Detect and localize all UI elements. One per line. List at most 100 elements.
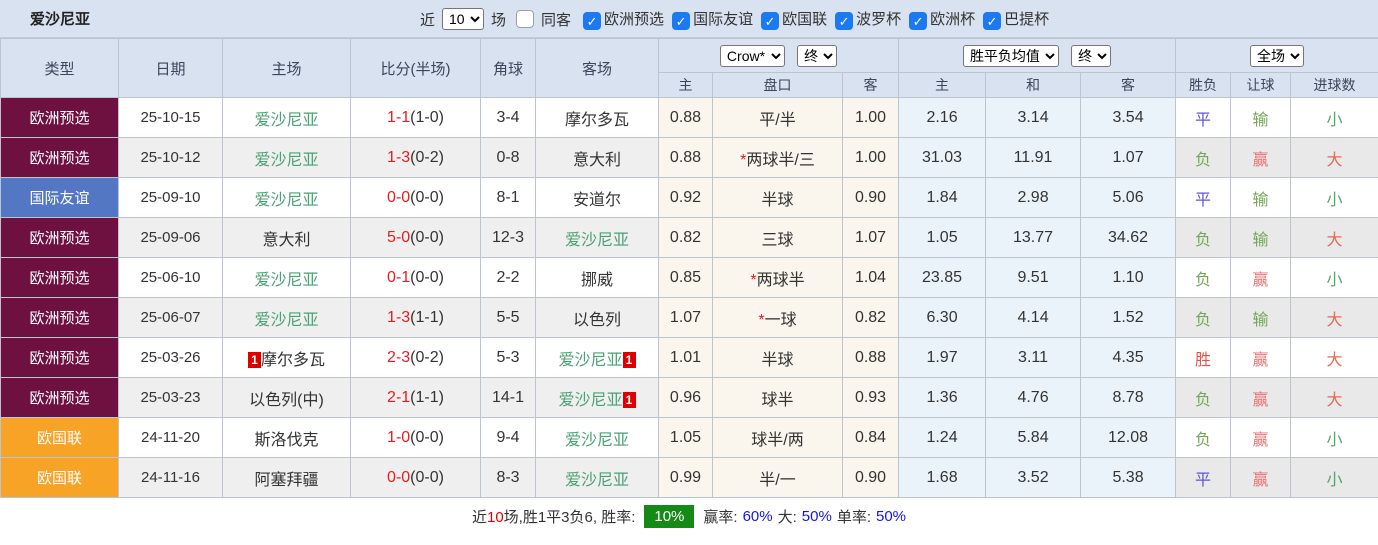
cell-result-handicap: 赢 xyxy=(1230,417,1292,458)
cell-avg-away: 8.78 xyxy=(1080,377,1177,418)
score-fulltime: 1-1 xyxy=(387,108,411,126)
cell-avg-away: 3.54 xyxy=(1080,97,1177,138)
cell-date: 25-03-26 xyxy=(118,337,223,378)
cell-corners: 0-8 xyxy=(480,137,536,178)
team-name: 以色列 xyxy=(572,311,621,329)
league-checkbox-3[interactable]: ✓ xyxy=(761,11,780,30)
col-header-corners: 角球 xyxy=(480,38,536,98)
team-name: 爱沙尼亚 xyxy=(254,191,319,209)
cell-avg-away: 1.07 xyxy=(1080,137,1177,178)
bookmaker-select[interactable]: Crow* xyxy=(719,44,785,67)
cell-match-type: 欧国联 xyxy=(0,417,119,458)
cell-result-goals: 大 xyxy=(1290,217,1378,258)
subcol-avg-draw: 和 xyxy=(985,72,1082,98)
team-name: 以色列(中) xyxy=(249,391,324,409)
col-header-date: 日期 xyxy=(118,38,223,98)
cell-handicap-home-odds: 0.88 xyxy=(658,137,713,178)
live-asterisk: * xyxy=(740,151,747,169)
team-name: 斯洛伐克 xyxy=(254,431,319,449)
cell-result-goals: 小 xyxy=(1290,97,1378,138)
cell-score: 1-3(0-2) xyxy=(350,137,481,178)
cell-result-handicap: 赢 xyxy=(1230,457,1292,498)
league-checkbox-5[interactable]: ✓ xyxy=(909,11,928,30)
cell-avg-draw: 4.76 xyxy=(985,377,1082,418)
cell-result-goals: 大 xyxy=(1290,297,1378,338)
cell-corners: 5-3 xyxy=(480,337,536,378)
score-halftime: (1-1) xyxy=(410,308,444,326)
cell-handicap-line: *一球 xyxy=(712,297,843,338)
avg-odds-select[interactable]: 胜平负均值 xyxy=(962,44,1059,67)
cell-result-outcome: 负 xyxy=(1175,377,1232,418)
cell-result-outcome: 负 xyxy=(1175,257,1232,298)
cell-corners: 14-1 xyxy=(480,377,536,418)
cell-result-goals: 大 xyxy=(1290,337,1378,378)
cell-score: 0-0(0-0) xyxy=(350,457,481,498)
score-fulltime: 5-0 xyxy=(387,228,411,246)
score-halftime: (1-1) xyxy=(410,388,444,406)
cell-handicap-away-odds: 1.07 xyxy=(841,217,900,258)
period-select[interactable]: 全场 xyxy=(1250,44,1305,67)
cell-date: 25-06-10 xyxy=(118,257,223,298)
avg-state-select[interactable]: 终 xyxy=(1071,44,1112,67)
league-checkbox-4[interactable]: ✓ xyxy=(835,11,854,30)
bookmaker-state-select[interactable]: 终 xyxy=(797,44,838,67)
page-title: 爱沙尼亚 xyxy=(30,11,91,28)
cell-result-goals: 小 xyxy=(1290,417,1378,458)
cell-avg-away: 4.35 xyxy=(1080,337,1177,378)
table-row: 欧国联 24-11-16 阿塞拜疆 0-0(0-0) 8-3 爱沙尼亚 0.99 半/一 0.9… xyxy=(0,457,1378,498)
col-header-type: 类型 xyxy=(0,38,119,98)
cell-handicap-home-odds: 0.82 xyxy=(658,217,713,258)
cell-result-outcome: 负 xyxy=(1175,137,1232,178)
cell-match-type: 欧洲预选 xyxy=(0,97,119,138)
score-fulltime: 1-3 xyxy=(387,308,411,326)
team-name: 安道尔 xyxy=(572,191,621,209)
cell-score: 1-0(0-0) xyxy=(350,417,481,458)
cell-corners: 5-5 xyxy=(480,297,536,338)
cell-home-team: 爱沙尼亚 xyxy=(222,297,351,338)
team-name: 爱沙尼亚 xyxy=(254,111,319,129)
stat-single-label: 单率: xyxy=(836,509,871,526)
stat-win-label: 赢率: xyxy=(703,509,738,526)
cell-result-outcome: 负 xyxy=(1175,417,1232,458)
cell-avg-draw: 3.14 xyxy=(985,97,1082,138)
same-away-label: 同客 xyxy=(541,11,572,29)
score-halftime: (0-2) xyxy=(410,348,444,366)
cell-home-team: 1 摩尔多瓦 xyxy=(222,337,351,378)
cell-away-team: 意大利 xyxy=(535,137,659,178)
team-name: 爱沙尼亚 xyxy=(564,471,629,489)
team-name: 爱沙尼亚 xyxy=(558,391,623,409)
score-fulltime: 2-1 xyxy=(387,388,411,406)
score-fulltime: 1-3 xyxy=(387,148,411,166)
cell-away-team: 爱沙尼亚 xyxy=(535,457,659,498)
league-checkbox-label: 欧国联 xyxy=(782,11,828,29)
score-fulltime: 0-0 xyxy=(387,188,411,206)
league-checkbox-6[interactable]: ✓ xyxy=(983,11,1002,30)
summary-footer: 近10场,胜1平3负6, 胜率: 10% 赢率: 60% 大: 50% 单率: 50% xyxy=(0,498,1378,535)
league-checkbox-2[interactable]: ✓ xyxy=(672,11,691,30)
cell-away-team: 摩尔多瓦 xyxy=(535,97,659,138)
table-row: 欧洲预选 25-10-12 爱沙尼亚 1-3(0-2) 0-8 意大利 0.88 *两球半/三… xyxy=(0,137,1378,178)
cell-away-team: 爱沙尼亚 xyxy=(535,417,659,458)
team-name: 爱沙尼亚 xyxy=(254,311,319,329)
cell-avg-home: 1.68 xyxy=(898,457,987,498)
avg-odds-group-header: 胜平负均值 终 xyxy=(898,38,1177,73)
cell-corners: 8-1 xyxy=(480,177,536,218)
score-halftime: (0-0) xyxy=(410,228,444,246)
cell-handicap-away-odds: 0.90 xyxy=(841,177,900,218)
subcol-avg-away: 客 xyxy=(1080,72,1177,98)
subcol-result-goals: 进球数 xyxy=(1290,72,1378,98)
team-name: 摩尔多瓦 xyxy=(564,111,629,129)
table-row: 欧洲预选 25-03-23 以色列(中) 2-1(1-1) 14-1 爱沙尼亚 1 0.96 球… xyxy=(0,377,1378,418)
cell-score: 2-3(0-2) xyxy=(350,337,481,378)
cell-match-type: 欧洲预选 xyxy=(0,137,119,178)
same-away-checkbox[interactable] xyxy=(516,10,535,28)
cell-handicap-away-odds: 0.90 xyxy=(841,457,900,498)
cell-handicap-line: 平/半 xyxy=(712,97,843,138)
league-checkbox-1[interactable]: ✓ xyxy=(583,11,602,30)
red-card-badge: 1 xyxy=(247,351,261,368)
cell-date: 25-10-12 xyxy=(118,137,223,178)
cell-handicap-home-odds: 0.85 xyxy=(658,257,713,298)
cell-score: 1-1(1-0) xyxy=(350,97,481,138)
cell-result-handicap: 赢 xyxy=(1230,137,1292,178)
recent-count-select[interactable]: 10 xyxy=(442,8,485,30)
